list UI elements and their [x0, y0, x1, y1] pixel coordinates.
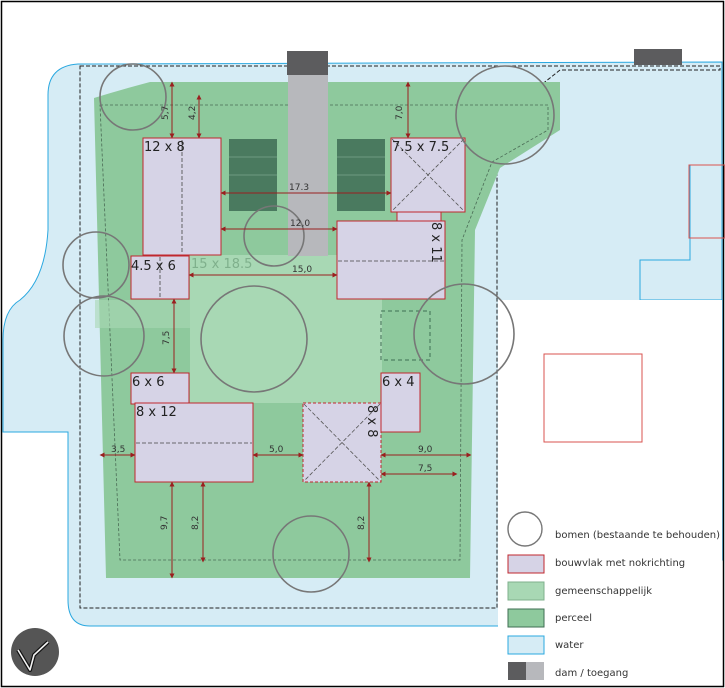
building-b4: 4.5 x 6 — [130, 255, 190, 300]
legend-plot-swatch — [507, 608, 545, 628]
legend-label: bouwvlak met nokrichting — [555, 558, 685, 569]
legend-building-swatch — [507, 554, 545, 574]
building-b5: 6 x 6 — [130, 372, 190, 405]
empty-lot — [498, 300, 722, 630]
dimension-label: 3,5 — [111, 445, 125, 455]
dimension-label: 9,7 — [160, 516, 170, 530]
dimension-label: 17.3 — [289, 183, 309, 193]
dimension-label: 5,7 — [161, 106, 171, 120]
building-b3: 8 x 11 — [336, 220, 446, 300]
building-label: 8 x 8 — [364, 405, 379, 438]
legend-label: dam / toegang — [555, 668, 628, 679]
communal-label: 15 x 18.5 — [191, 257, 252, 272]
building-label: 7.5 x 7.5 — [392, 140, 449, 155]
parking-left — [229, 139, 277, 211]
legend-label: gemeenschappelijk — [555, 586, 652, 597]
legend-dam-light-swatch — [526, 662, 544, 680]
dimension-label: 15,0 — [292, 265, 312, 275]
legend-label: water — [555, 640, 584, 651]
legend-water-swatch — [507, 635, 545, 655]
legend-label: bomen (bestaande te behouden) — [555, 530, 720, 541]
dimension-label: 12,0 — [290, 219, 310, 229]
building-label: 8 x 11 — [428, 222, 443, 263]
dimension-label: 4,2 — [188, 106, 198, 120]
building-b8: 6 x 4 — [380, 372, 421, 433]
building-b2: 7.5 x 7.5 — [390, 137, 466, 213]
parking-right — [337, 139, 385, 211]
dimension-label: 8,2 — [191, 516, 201, 530]
building-b6: 8 x 12 — [134, 402, 254, 483]
legend-communal-swatch — [507, 581, 545, 601]
dimension-label: 7,5 — [162, 331, 172, 345]
north-arrow-icon — [11, 628, 59, 676]
legend-label: perceel — [555, 613, 592, 624]
dimension-label: 8,2 — [357, 516, 367, 530]
dam-right-dark — [634, 49, 682, 65]
dimension-label: 7,0 — [395, 105, 405, 120]
building-b7: 8 x 8 — [302, 402, 382, 483]
legend-dam-dark-swatch — [508, 662, 526, 680]
dimension-label: 7,5 — [418, 464, 432, 474]
building-label: 4.5 x 6 — [131, 259, 176, 274]
dimension-label: 9,0 — [418, 445, 433, 455]
building-label: 6 x 4 — [382, 375, 415, 390]
building-label: 8 x 12 — [136, 405, 177, 420]
building-b1: 12 x 8 — [142, 137, 222, 256]
building-label: 6 x 6 — [132, 375, 165, 390]
dam-top-dark — [287, 51, 328, 75]
building-label: 12 x 8 — [144, 140, 185, 155]
site-plan: 12 x 8 7.5 x 7.5 8 x 11 4.5 x 6 6 x 6 8 … — [0, 0, 725, 688]
dimension-label: 5,0 — [269, 445, 284, 455]
